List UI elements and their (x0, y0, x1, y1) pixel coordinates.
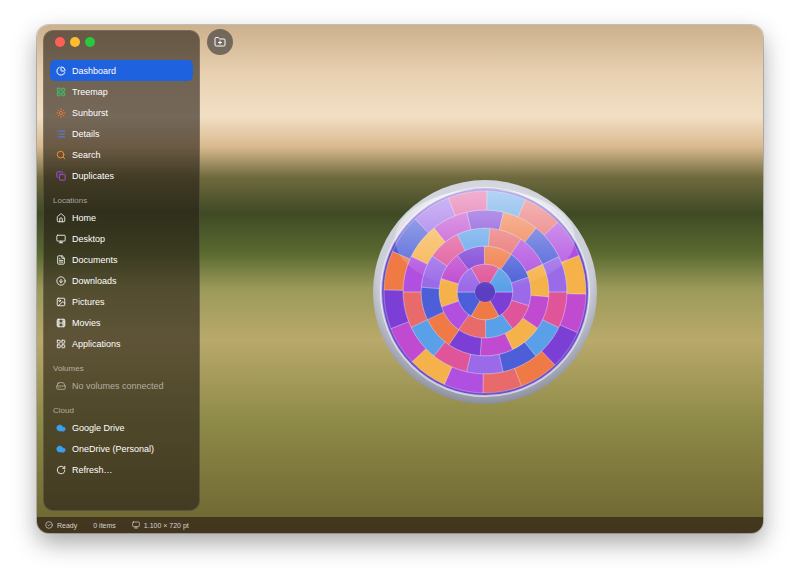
window-control-button[interactable] (70, 37, 80, 47)
sidebar-item[interactable]: Pictures (50, 291, 193, 312)
sidebar-item-label: Applications (72, 339, 121, 349)
drive-icon (56, 381, 66, 391)
sidebar-item[interactable]: Applications (50, 333, 193, 354)
window-controls (50, 37, 193, 47)
check-icon (45, 521, 53, 529)
sidebar-item[interactable]: Treemap (50, 81, 193, 102)
refresh-icon (56, 465, 66, 475)
sidebar-item-label: Downloads (72, 276, 117, 286)
sidebar-item-label: Sunburst (72, 108, 108, 118)
sidebar-item[interactable]: Sunburst (50, 102, 193, 123)
sidebar-item-label: Pictures (72, 297, 105, 307)
nav-icon (56, 87, 66, 97)
section-title: Volumes (50, 362, 193, 375)
sidebar-item-label: Google Drive (72, 423, 125, 433)
sidebar-item[interactable]: OneDrive (Personal) (50, 438, 193, 459)
sidebar-item-label: Duplicates (72, 171, 114, 181)
app-logo-icon (372, 179, 598, 405)
add-folder-button[interactable] (207, 29, 233, 55)
content-area (200, 25, 763, 517)
sidebar-item-label: Documents (72, 255, 118, 265)
folder-icon (56, 255, 66, 265)
status-text: Ready (57, 522, 77, 529)
sidebar-item-label: Search (72, 150, 101, 160)
welcome-stage (200, 55, 763, 517)
nav-icon (56, 150, 66, 160)
folder-icon (56, 339, 66, 349)
sidebar-item[interactable]: Refresh… (50, 459, 193, 480)
folder-plus-icon (214, 36, 226, 48)
sidebar-item-label: Dashboard (72, 66, 116, 76)
sidebar-item[interactable]: Details (50, 123, 193, 144)
status-item: 0 items (93, 522, 116, 529)
folder-icon (56, 318, 66, 328)
folder-icon (56, 234, 66, 244)
folder-icon (56, 276, 66, 286)
sidebar-item-label: Details (72, 129, 100, 139)
toolbar (200, 25, 763, 55)
sidebar-item[interactable]: Duplicates (50, 165, 193, 186)
sidebar-item-label: Refresh… (72, 465, 113, 475)
sidebar-item[interactable]: Home (50, 207, 193, 228)
sidebar-item[interactable]: Search (50, 144, 193, 165)
sidebar-item-label: Home (72, 213, 96, 223)
sidebar-item-label: OneDrive (Personal) (72, 444, 154, 454)
sidebar-item[interactable]: Google Drive (50, 417, 193, 438)
sidebar-item[interactable]: Dashboard (50, 60, 193, 81)
status-item: 1.100 × 720 pt (132, 521, 189, 529)
sidebar-item-label: No volumes connected (72, 381, 164, 391)
nav-icon (56, 108, 66, 118)
sidebar-item: No volumes connected (50, 375, 193, 396)
status-text: 0 items (93, 522, 116, 529)
cloud-icon (56, 423, 66, 433)
sidebar-item[interactable]: Movies (50, 312, 193, 333)
sidebar-item[interactable]: Documents (50, 249, 193, 270)
sidebar-item[interactable]: Downloads (50, 270, 193, 291)
cloud-icon (56, 444, 66, 454)
status-item: Ready (45, 521, 77, 529)
sidebar-item-label: Movies (72, 318, 101, 328)
window-control-button[interactable] (85, 37, 95, 47)
folder-icon (56, 297, 66, 307)
nav-icon (56, 171, 66, 181)
status-text: 1.100 × 720 pt (144, 522, 189, 529)
folder-icon (56, 213, 66, 223)
nav-icon (56, 129, 66, 139)
nav-icon (56, 66, 66, 76)
sidebar-item[interactable]: Desktop (50, 228, 193, 249)
desktop: Dashboard Treemap Sunburst Details Search Dup… (0, 0, 800, 583)
status-bar: Ready 0 items 1.100 × 720 pt (37, 517, 763, 533)
sidebar: Dashboard Treemap Sunburst Details Search Dup… (43, 30, 200, 511)
section-title: Cloud (50, 404, 193, 417)
main-area: Dashboard Treemap Sunburst Details Search Dup… (37, 25, 763, 517)
display-icon (132, 521, 140, 529)
app-window: Dashboard Treemap Sunburst Details Search Dup… (37, 25, 763, 533)
sidebar-item-label: Desktop (72, 234, 105, 244)
section-title: Locations (50, 194, 193, 207)
sidebar-item-label: Treemap (72, 87, 108, 97)
window-control-button[interactable] (55, 37, 65, 47)
